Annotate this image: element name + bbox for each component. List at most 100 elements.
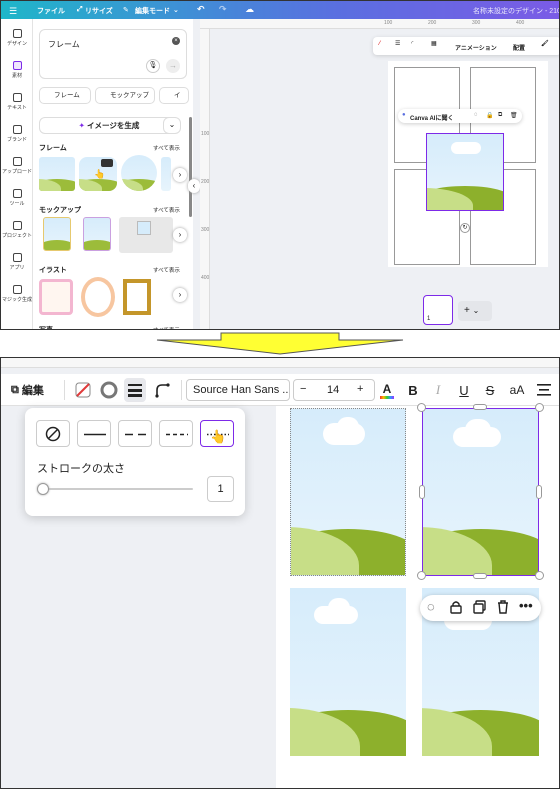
filter-chip-3[interactable]: イ [159,87,189,104]
more-options-icon[interactable]: ••• [519,598,533,613]
illust-thumb-3[interactable] [123,279,151,315]
border-none-option[interactable] [36,420,70,447]
rotate-icon[interactable]: ↻ [460,223,470,233]
more-icon[interactable] [101,159,113,167]
frame-1[interactable] [290,408,406,576]
frame-thumb-rect[interactable] [39,157,75,191]
collapse-panel-icon[interactable]: ‹ [188,179,200,193]
corner-rounding-button[interactable] [152,380,172,400]
rail-item-7[interactable]: プロジェクト [1,221,33,239]
stroke-weight-input[interactable]: 1 [207,476,234,502]
rail-item-6[interactable]: ツール [1,189,33,207]
add-comment-icon[interactable]: ◌ [427,599,435,614]
rail-item-8[interactable]: アプリ [1,253,33,271]
duplicate-icon[interactable] [473,600,486,616]
resize-handle-tl[interactable] [417,403,426,412]
page-thumbnail[interactable]: 1 [423,295,453,325]
cloud-save-icon[interactable]: ☁ [245,4,254,15]
underline-button[interactable]: U [454,380,474,400]
frame-2-selected[interactable] [422,408,539,576]
edit-button[interactable]: ⧉ 編集 [11,380,44,400]
panel-scrollbar[interactable] [189,117,192,217]
font-size-value[interactable]: 14 [327,384,339,396]
mic-icon[interactable]: 🎙 [146,59,160,73]
border-dashed-long-option[interactable] [118,420,152,447]
stroke-weight-slider-track[interactable] [43,488,193,490]
filter-chip-2[interactable]: モックアップ [95,87,155,104]
chevron-down-icon[interactable]: ⌄ [173,6,179,14]
font-size-decrease[interactable]: − [300,383,306,395]
font-family-select[interactable]: Source Han Sans ... [186,379,290,401]
border-color-button[interactable] [73,380,93,400]
undo-icon[interactable]: ↶ [197,4,205,15]
frames-see-all[interactable]: すべて表示 [153,144,180,152]
mockup-thumb-3[interactable] [119,217,173,253]
document-title[interactable]: 名称未設定のデザイン - 210m [473,6,559,16]
border-weight-button[interactable] [124,378,146,402]
strikethrough-button[interactable]: S [480,380,500,400]
italic-button[interactable]: I [428,380,448,400]
search-box[interactable]: フレーム × 🎙 → [39,29,187,79]
resize-handle-br[interactable] [535,571,544,580]
mockups-see-all[interactable]: すべて表示 [153,206,180,214]
selected-frame[interactable] [426,133,504,211]
bold-button[interactable]: B [403,380,423,400]
rail-item-4[interactable]: ブランド [1,125,33,143]
resize-icon[interactable]: ⤢ [77,6,83,14]
comment-icon[interactable]: ◌ [474,112,478,118]
border-color-icon[interactable]: ⁄ [379,41,380,47]
border-style-icon[interactable]: ☰ [395,40,400,47]
add-page-button[interactable]: + ⌄ [458,301,492,321]
submit-arrow-icon[interactable]: → [166,59,180,73]
border-style-button[interactable] [99,380,119,400]
rail-item-5[interactable]: アップロード [1,157,33,175]
animation-button[interactable]: アニメーション [455,43,497,52]
lock-icon[interactable]: 🔒 [486,112,493,119]
mockup-thumb-2[interactable] [83,217,111,251]
resize-handle-top[interactable] [473,404,487,410]
illust-next-icon[interactable]: › [173,288,187,302]
delete-icon[interactable]: 🗑 [510,112,518,119]
rail-item-1[interactable]: デザイン [1,29,33,47]
frame-thumb-rounded[interactable]: 👆 [79,157,117,191]
letter-case-button[interactable]: aA [505,380,529,400]
illust-thumb-1[interactable] [39,279,73,315]
corner-radius-icon[interactable]: ◜ [411,40,413,47]
resize-handle-tr[interactable] [535,403,544,412]
border-dotted-option[interactable]: 👆 [200,420,234,447]
rail-item-9[interactable]: マジック生成 [1,285,33,303]
illust-thumb-2[interactable] [81,277,115,317]
resize-menu[interactable]: リサイズ [85,6,113,16]
frame-thumb-circle[interactable] [121,155,157,191]
clear-icon[interactable]: × [172,37,180,45]
resize-handle-right[interactable] [536,485,542,499]
lock-icon[interactable] [450,600,462,616]
design-page[interactable]: ● Canva AIに聞く ◌ 🔒 ⧉ 🗑 ↻ [388,61,548,267]
border-dashed-short-option[interactable] [159,420,193,447]
file-menu[interactable]: ファイル [37,6,65,16]
stroke-weight-slider-handle[interactable] [37,483,49,495]
redo-icon[interactable]: ↷ [219,4,227,15]
resize-handle-bl[interactable] [417,571,426,580]
generate-image-button[interactable]: ✦ イメージを生成 [39,117,179,134]
menu-icon[interactable]: ☰ [9,6,17,17]
rail-item-2[interactable]: 素材 [1,61,33,79]
ask-canva-ai-button[interactable]: Canva AIに聞く [410,113,453,122]
resize-handle-bottom[interactable] [473,573,487,579]
transparency-icon[interactable]: ▦ [431,40,437,47]
mockup-thumb-1[interactable] [43,217,71,251]
resize-handle-left[interactable] [419,485,425,499]
edit-mode-icon[interactable]: ✎ [123,6,129,14]
frame-thumb-partial[interactable] [161,157,171,191]
frames-next-icon[interactable]: › [173,168,187,182]
paint-format-icon[interactable]: 🖌 [541,40,549,47]
mockups-next-icon[interactable]: › [173,228,187,242]
search-input[interactable]: フレーム [48,39,80,50]
position-button[interactable]: 配置 [513,43,525,52]
edit-mode-menu[interactable]: 編集モード [135,6,170,16]
frame-3[interactable] [290,588,406,756]
filter-chip-1[interactable]: フレーム [39,87,91,104]
text-color-button[interactable]: A [377,380,397,400]
align-button[interactable] [534,380,554,400]
generate-options-button[interactable]: ⌄ [163,117,181,134]
